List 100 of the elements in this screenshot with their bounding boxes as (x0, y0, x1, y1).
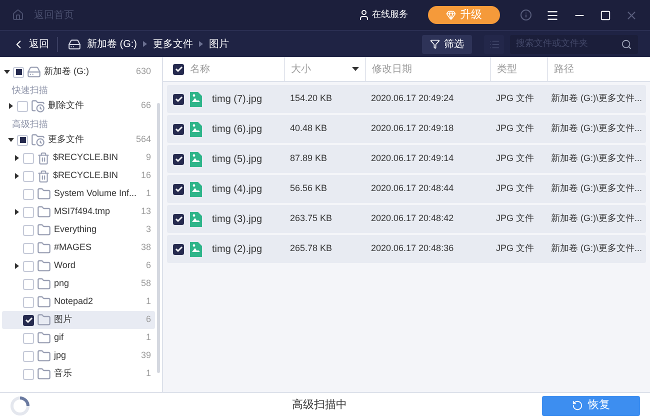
file-row[interactable]: timg (2).jpg 265.78 KB 2020.06.17 20:48:36 JPG 文件 新加卷 (G:)\更多文件... (167, 235, 646, 263)
tree-item[interactable]: 图片 6 (2, 311, 155, 329)
item-count: 6 (146, 313, 151, 326)
file-type: JPG 文件 (495, 212, 536, 226)
tree-item[interactable]: Everything 3 (2, 221, 155, 239)
modified-date: 2020.06.17 20:49:24 (370, 92, 455, 106)
checkbox[interactable] (23, 188, 34, 200)
tree-item[interactable]: #MAGES 38 (2, 239, 155, 257)
file-type: JPG 文件 (495, 122, 536, 136)
maximize-icon[interactable] (600, 10, 611, 20)
item-count: 1 (146, 187, 151, 200)
image-file-icon (190, 92, 202, 106)
folder-icon (37, 259, 51, 273)
close-icon[interactable] (625, 8, 638, 22)
checkbox[interactable] (173, 154, 184, 164)
drive-icon (68, 38, 81, 50)
breadcrumb-item[interactable]: 新加卷 (G:) (87, 36, 137, 52)
tree-item[interactable]: Word 6 (2, 257, 155, 275)
folder-icon (37, 277, 51, 291)
tree-item[interactable]: MSI7f494.tmp 13 (2, 203, 155, 221)
checkbox[interactable] (23, 170, 34, 182)
checkbox[interactable] (23, 152, 34, 164)
checkbox[interactable] (23, 350, 34, 362)
collapsed-arrow-icon[interactable] (14, 263, 20, 269)
back-button[interactable]: 返回 (12, 36, 58, 52)
file-size: 265.78 KB (289, 242, 334, 256)
checkbox[interactable] (173, 244, 184, 254)
menu-icon[interactable] (546, 8, 559, 22)
checkbox[interactable] (23, 296, 34, 308)
expanded-arrow-icon[interactable] (4, 69, 10, 75)
file-type: JPG 文件 (495, 182, 536, 196)
image-file-icon (190, 212, 202, 226)
collapsed-arrow-icon[interactable] (14, 173, 20, 179)
search-icon[interactable] (621, 38, 632, 50)
file-type: JPG 文件 (495, 152, 536, 166)
file-row[interactable]: timg (5).jpg 87.89 KB 2020.06.17 20:49:14 JPG 文件 新加卷 (G:)\更多文件... (167, 145, 646, 173)
file-row[interactable]: timg (4).jpg 56.56 KB 2020.06.17 20:48:44 JPG 文件 新加卷 (G:)\更多文件... (167, 175, 646, 203)
tree-item-label: $RECYCLE.BIN (53, 169, 120, 182)
file-path: 新加卷 (G:)\更多文件... (550, 212, 643, 226)
tree-item[interactable]: $RECYCLE.BIN 16 (2, 167, 155, 185)
file-name: timg (3).jpg (212, 212, 262, 226)
breadcrumb-item[interactable]: 更多文件 (153, 36, 193, 52)
tree-item[interactable]: System Volume Inf... 1 (2, 185, 155, 203)
folder-icon (37, 313, 51, 327)
breadcrumb-item[interactable]: 图片 (209, 36, 229, 52)
filter-button[interactable]: 筛选 (422, 34, 472, 54)
scrollbar[interactable] (157, 103, 160, 373)
checkbox[interactable] (23, 224, 34, 236)
checkbox[interactable] (17, 100, 28, 112)
tree-item-label: jpg (54, 349, 68, 362)
sort-descending-icon[interactable] (352, 67, 359, 71)
tree-item-label: 音乐 (54, 367, 73, 380)
tree-item[interactable]: jpg 39 (2, 347, 155, 365)
tree-item[interactable]: 音乐 1 (2, 365, 155, 383)
online-service-link[interactable]: 在线服务 (372, 8, 408, 22)
file-row[interactable]: timg (6).jpg 40.48 KB 2020.06.17 20:49:18 JPG 文件 新加卷 (G:)\更多文件... (167, 115, 646, 143)
tree-item[interactable]: png 58 (2, 275, 155, 293)
file-row[interactable]: timg (3).jpg 263.75 KB 2020.06.17 20:48:42 JPG 文件 新加卷 (G:)\更多文件... (167, 205, 646, 233)
image-file-icon (190, 122, 202, 136)
expanded-arrow-icon[interactable] (8, 137, 14, 143)
file-path: 新加卷 (G:)\更多文件... (550, 122, 643, 136)
checkbox[interactable] (173, 64, 184, 74)
modified-date: 2020.06.17 20:48:42 (370, 212, 455, 226)
scan-status: 高级扫描中 (292, 398, 347, 414)
tree-item[interactable]: 新加卷 (G:) 630 (2, 63, 155, 81)
checkbox[interactable] (23, 314, 34, 326)
tree-item[interactable]: $RECYCLE.BIN 9 (2, 149, 155, 167)
collapsed-arrow-icon[interactable] (14, 155, 20, 161)
tree-item[interactable]: gif 1 (2, 329, 155, 347)
folder-icon (37, 349, 51, 363)
info-icon[interactable] (520, 9, 532, 21)
tree-item[interactable]: 更多文件 564 (2, 131, 155, 149)
checkbox[interactable] (23, 242, 34, 254)
collapsed-arrow-icon[interactable] (14, 209, 20, 215)
checkbox[interactable] (23, 368, 34, 380)
checkbox[interactable] (23, 332, 34, 344)
item-count: 16 (140, 169, 151, 182)
checkbox[interactable] (173, 124, 184, 134)
collapsed-arrow-icon[interactable] (8, 103, 14, 109)
file-name: timg (2).jpg (212, 242, 262, 256)
tree-item-label: MSI7f494.tmp (54, 205, 112, 218)
checkbox[interactable] (173, 214, 184, 224)
tree-item-label: System Volume Inf... (54, 187, 138, 200)
checkbox[interactable] (23, 278, 34, 290)
folder-icon (37, 367, 51, 381)
file-row[interactable]: timg (7).jpg 154.20 KB 2020.06.17 20:49:24 JPG 文件 新加卷 (G:)\更多文件... (167, 85, 646, 113)
checkbox[interactable] (173, 94, 184, 104)
tree-item[interactable]: 删除文件 66 (2, 97, 155, 115)
checkbox[interactable] (23, 206, 34, 218)
modified-date: 2020.06.17 20:48:44 (370, 182, 455, 196)
item-count: 13 (140, 205, 151, 218)
checkbox[interactable] (17, 134, 28, 146)
tree-item-label: 更多文件 (48, 133, 85, 146)
file-size: 263.75 KB (289, 212, 334, 226)
checkbox[interactable] (173, 184, 184, 194)
checkbox[interactable] (13, 66, 24, 78)
item-count: 38 (140, 241, 151, 254)
breadcrumb-separator-icon (199, 41, 203, 47)
tree-item[interactable]: Notepad2 1 (2, 293, 155, 311)
checkbox[interactable] (23, 260, 34, 272)
